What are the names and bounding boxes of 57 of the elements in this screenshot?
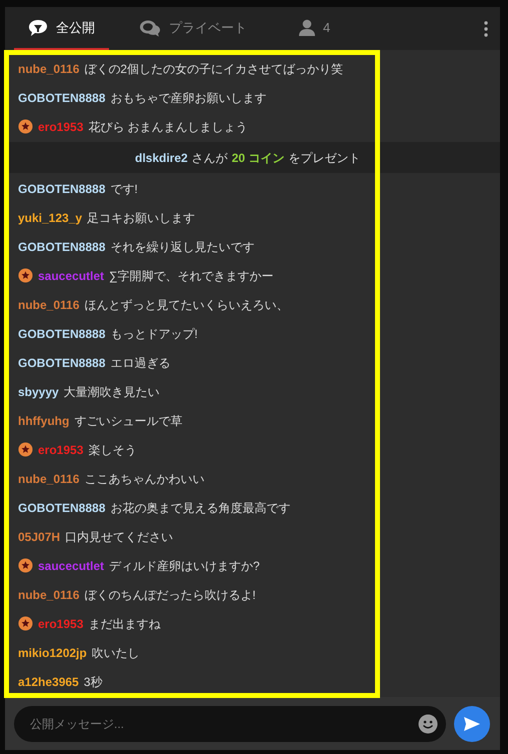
username[interactable]: nube_0116 [18, 60, 80, 78]
chat-message: ここあちゃんかわいい [84, 470, 204, 488]
chat-message: エロ過ぎる [110, 354, 170, 372]
username[interactable]: hhffyuhg [18, 412, 70, 430]
message-field[interactable]: 公開メッセージ... [14, 706, 446, 742]
chat-message: 3秒 [84, 674, 102, 690]
chat-message: 楽しそう [88, 442, 136, 458]
username[interactable]: sbyyyy [18, 382, 59, 400]
username[interactable]: GOBOTEN8888 [18, 238, 106, 256]
chat-message: ぼくのちんぽだったら吹けるよ! [84, 586, 256, 604]
send-button[interactable] [454, 706, 490, 742]
username[interactable]: saucecutlet [38, 556, 104, 574]
send-icon [464, 716, 480, 730]
chat-message: すごいシュールで草 [74, 412, 182, 430]
chat-message: ぼくの2個したの女の子にイカさせてばっかり笑 [84, 60, 344, 78]
chat-message: です! [110, 180, 138, 198]
gift-text: 20 コイン [232, 150, 284, 166]
username[interactable]: GOBOTEN8888 [18, 180, 106, 198]
chat-message: お花の奥まで見える角度最高です [110, 500, 290, 516]
username[interactable]: ero1953 [38, 614, 84, 632]
chat-message: 口内見せてください [65, 528, 174, 546]
gift-text: をプレゼント [288, 150, 360, 166]
username[interactable]: saucecutlet [38, 266, 104, 284]
gift-text: dlskdire2 [135, 150, 188, 166]
speech-bubble-icon [28, 18, 48, 36]
chat-message: ほんとずっと見てたいくらいえろい、 [84, 296, 288, 314]
chat-message: 大量潮吹き見たい [64, 384, 160, 400]
username[interactable]: nube_0116 [18, 470, 80, 488]
tab[interactable]: 全公開 [14, 7, 109, 50]
chat-message: 吹いたし [92, 644, 140, 662]
tab[interactable]: プライベート [125, 7, 261, 50]
tab[interactable]: 4 [285, 7, 344, 50]
username[interactable]: GOBOTEN8888 [18, 88, 106, 106]
username[interactable]: nube_0116 [18, 296, 80, 314]
username[interactable]: yuki_123_y [18, 208, 82, 226]
chat-message: ∑字開脚で、それできますかー [109, 268, 274, 284]
chat-message: もっとドアップ! [110, 326, 198, 342]
gift-text: さんが [192, 150, 228, 166]
chat-message: それを繰り返し見たいです [110, 238, 254, 256]
username[interactable]: ero1953 [38, 440, 84, 458]
username[interactable]: mikio1202jp [18, 644, 87, 662]
username[interactable]: GOBOTEN8888 [18, 354, 106, 372]
chat-message: まだ出ますね [88, 616, 160, 632]
username[interactable]: a12he3965 [18, 672, 79, 690]
more-options-icon[interactable] [484, 20, 488, 36]
chat-message: 足コキお願いします [87, 210, 196, 226]
username[interactable]: GOBOTEN8888 [18, 498, 106, 516]
emoji-icon[interactable] [418, 714, 438, 734]
chat-message: ディルド産卵はいけますか? [109, 558, 260, 574]
chat-message: おもちゃで産卵お願いします [110, 90, 266, 106]
username[interactable]: 05J07H [18, 528, 60, 546]
username[interactable]: ero1953 [38, 118, 84, 136]
chat-message: 花びら おまんまんしましょう [88, 118, 248, 136]
username[interactable]: nube_0116 [18, 586, 80, 604]
person-icon [299, 19, 315, 36]
chat-bubbles-icon [139, 18, 161, 36]
username[interactable]: GOBOTEN8888 [18, 324, 106, 342]
